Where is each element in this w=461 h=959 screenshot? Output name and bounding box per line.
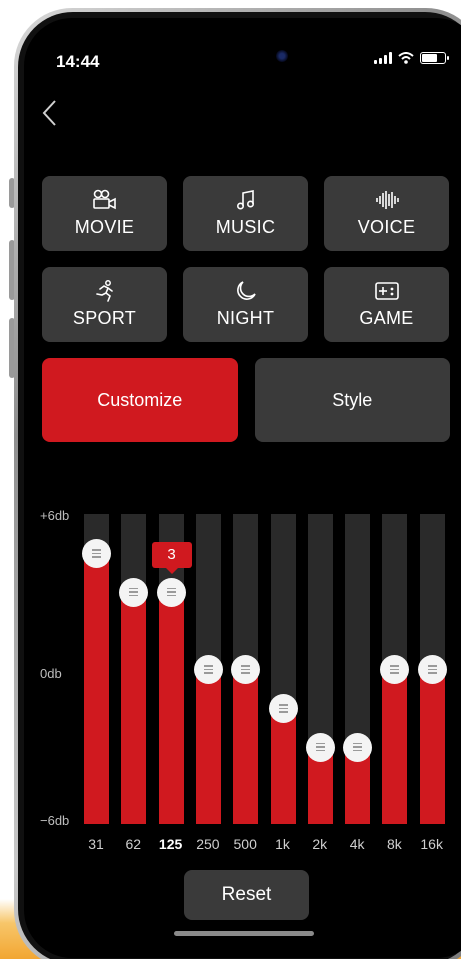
eq-freq-label: 31 (88, 836, 104, 852)
tab-customize[interactable]: Customize (42, 358, 238, 442)
eq-band-4k[interactable] (343, 514, 373, 824)
eq-band-fill (419, 669, 445, 824)
status-time: 14:44 (56, 52, 100, 71)
eq-freq-label: 8k (386, 836, 402, 852)
eq-band-fill (233, 669, 259, 824)
chevron-left-icon (42, 100, 56, 126)
gamepad-icon (374, 282, 399, 300)
eq-slider-handle[interactable] (82, 538, 111, 568)
app-screen: 14:44 MOVIE MUSIC VOICE SPORT NIGHT GAME… (24, 18, 461, 958)
eq-freq-label: 500 (233, 836, 257, 852)
eq-band-16k[interactable] (417, 514, 447, 824)
eq-band-fill (158, 591, 184, 824)
sound-mode-grid: MOVIE MUSIC VOICE SPORT NIGHT GAME (42, 176, 450, 342)
eq-slider-handle[interactable] (305, 732, 335, 762)
eq-slider-handle[interactable] (343, 732, 373, 762)
mode-label: MOVIE (74, 217, 135, 237)
eq-band-500[interactable] (231, 514, 261, 824)
db-min-label: −6db (40, 813, 70, 828)
tab-style[interactable]: Style (254, 358, 450, 442)
eq-band-fill (121, 591, 147, 824)
status-icons (374, 52, 449, 64)
running-person-icon (95, 280, 113, 302)
mode-label: SPORT (72, 308, 137, 328)
eq-freq-label: 16k (420, 836, 443, 852)
mode-night-button[interactable]: NIGHT (183, 267, 308, 342)
equalizer: +6db 0db −6db 31 62 125 250 500 1k 2k 4k 8k 16k 3 (24, 498, 461, 868)
wifi-icon (398, 52, 414, 64)
mode-sport-button[interactable]: SPORT (42, 267, 167, 342)
band-value-tooltip: 3 (151, 541, 192, 574)
eq-slider-handle[interactable] (231, 655, 261, 684)
voice-wave-icon (375, 191, 399, 209)
eq-band-fill (382, 669, 408, 824)
mode-label: NIGHT (216, 308, 275, 328)
reset-button[interactable]: Reset (184, 870, 309, 920)
eq-slider-handle[interactable] (156, 577, 186, 607)
eq-freq-label: 4k (349, 836, 365, 852)
eq-freq-label: 2k (312, 836, 328, 852)
mode-game-button[interactable]: GAME (324, 267, 449, 342)
eq-freq-label: 250 (196, 836, 220, 852)
mode-label: GAME (359, 308, 414, 328)
mode-label: MUSIC (215, 217, 276, 237)
eq-band-250[interactable] (193, 514, 223, 824)
db-max-label: +6db (40, 508, 70, 523)
eq-slider-handle[interactable] (268, 693, 298, 723)
eq-tab-row: Customize Style (42, 358, 450, 442)
eq-freq-label: 1k (275, 836, 290, 852)
mode-music-button[interactable]: MUSIC (183, 176, 308, 251)
eq-band-1k[interactable] (268, 514, 298, 824)
home-indicator (174, 931, 314, 936)
eq-band-8k[interactable] (380, 514, 410, 824)
eq-slider-handle[interactable] (119, 577, 149, 607)
eq-freq-label: 125 (158, 836, 183, 852)
eq-band-fill (84, 552, 109, 824)
mode-label: VOICE (357, 217, 416, 237)
eq-band-fill (270, 707, 296, 824)
eq-slider-handle[interactable] (193, 655, 223, 684)
moon-icon (236, 281, 256, 300)
eq-band-2k[interactable] (305, 514, 335, 824)
movie-camera-icon (92, 189, 116, 210)
back-button[interactable] (40, 98, 64, 128)
front-camera (276, 50, 288, 62)
music-note-icon (236, 190, 254, 210)
db-zero-label: 0db (40, 666, 62, 681)
eq-band-62[interactable] (119, 514, 149, 824)
mode-voice-button[interactable]: VOICE (324, 176, 449, 251)
eq-freq-label: 62 (125, 836, 142, 852)
battery-icon (420, 52, 449, 64)
eq-slider-handle[interactable] (417, 655, 447, 684)
mode-movie-button[interactable]: MOVIE (42, 176, 167, 251)
eq-band-fill (195, 669, 221, 824)
eq-band-31[interactable] (82, 514, 111, 824)
signal-icon (374, 52, 392, 64)
